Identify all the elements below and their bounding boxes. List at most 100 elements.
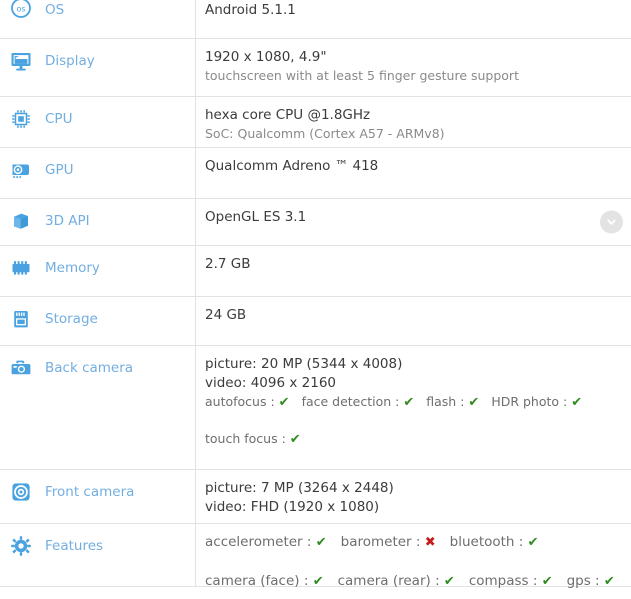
- spec-label-os: OS: [45, 2, 65, 18]
- feature-item: accelerometer : ✔: [205, 533, 327, 552]
- storage-icon: [9, 307, 33, 331]
- check-icon: ✔: [541, 574, 553, 589]
- spec-label-features: Features: [45, 538, 104, 554]
- value-cell-3d-api: OpenGL ES 3.1: [196, 199, 631, 235]
- feature-name: autofocus :: [205, 394, 279, 409]
- feature-item: face detection : ✔: [302, 393, 415, 412]
- spec-value-front-camera-video: video: FHD (1920 x 1080): [205, 499, 380, 515]
- value-cell-storage: 24 GB: [196, 297, 631, 333]
- feature-item: compass : ✔: [469, 572, 553, 591]
- feature-item: autofocus : ✔: [205, 393, 290, 412]
- spec-row-storage: Storage 24 GB: [0, 297, 631, 346]
- display-icon: [9, 49, 33, 73]
- spec-label-front-camera: Front camera: [45, 484, 135, 500]
- spec-row-front-camera: Front camera picture: 7 MP (3264 x 2448)…: [0, 470, 631, 524]
- back-camera-feature-line-1: autofocus : ✔ face detection : ✔ flash : ✔…: [205, 393, 631, 412]
- gpu-icon: [9, 158, 33, 182]
- label-cell-features: Features: [0, 524, 196, 586]
- back-camera-icon: [9, 356, 33, 380]
- spec-value-memory: 2.7 GB: [205, 256, 251, 272]
- cross-icon: ✖: [424, 535, 436, 550]
- os-icon: os: [9, 0, 33, 18]
- features-line-1: accelerometer : ✔ barometer : ✖ bluetooth …: [205, 533, 631, 552]
- front-camera-icon: [9, 480, 33, 504]
- feature-name: camera (face) :: [205, 573, 313, 589]
- feature-item: gps : ✔: [567, 572, 615, 591]
- check-icon: ✔: [403, 395, 415, 410]
- spec-value-back-camera-picture: picture: 20 MP (5344 x 4008): [205, 356, 403, 372]
- label-cell-3d-api: 3D API: [0, 199, 196, 245]
- feature-name: flash :: [426, 394, 469, 409]
- value-cell-os: Android 5.1.1: [196, 0, 631, 28]
- device-spec-table: os OS Android 5.1.1 Display 1920 x 1080,…: [0, 0, 631, 589]
- spec-value-gpu: Qualcomm Adreno ™ 418: [205, 158, 379, 174]
- value-cell-features: accelerometer : ✔ barometer : ✖ bluetooth …: [196, 524, 631, 599]
- feature-name: bluetooth :: [449, 534, 528, 550]
- spec-row-back-camera: Back camera picture: 20 MP (5344 x 4008)…: [0, 346, 631, 470]
- spec-value-front-camera-picture: picture: 7 MP (3264 x 2448): [205, 480, 394, 496]
- value-cell-back-camera: picture: 20 MP (5344 x 4008) video: 4096…: [196, 346, 631, 457]
- feature-name: face detection :: [301, 394, 404, 409]
- spec-label-gpu: GPU: [45, 162, 74, 178]
- back-camera-feature-line-2: touch focus : ✔: [205, 430, 631, 449]
- spec-label-storage: Storage: [45, 311, 98, 327]
- spec-row-features: Features accelerometer : ✔ barometer : ✖ b…: [0, 524, 631, 589]
- spec-value-cpu: hexa core CPU @1.8GHz: [205, 107, 371, 123]
- spec-label-memory: Memory: [45, 260, 100, 276]
- check-icon: ✔: [289, 432, 301, 447]
- spec-row-os: os OS Android 5.1.1: [0, 0, 631, 39]
- feature-name: accelerometer :: [205, 534, 316, 550]
- check-icon: ✔: [468, 395, 480, 410]
- feature-item: camera (face) : ✔: [205, 572, 324, 591]
- check-icon: ✔: [527, 535, 539, 550]
- spec-label-display: Display: [45, 53, 95, 69]
- check-icon: ✔: [312, 574, 324, 589]
- spec-value-3d-api: OpenGL ES 3.1: [205, 209, 307, 225]
- cpu-icon: [9, 107, 33, 131]
- gear-icon: [9, 534, 33, 558]
- label-cell-memory: Memory: [0, 246, 196, 296]
- spec-row-memory: Memory 2.7 GB: [0, 246, 631, 297]
- spec-row-gpu: GPU Qualcomm Adreno ™ 418: [0, 148, 631, 199]
- chevron-down-icon[interactable]: [600, 210, 623, 234]
- feature-item: barometer : ✖: [341, 533, 436, 552]
- check-icon: ✔: [315, 535, 327, 550]
- spec-row-3d-api: 3D API OpenGL ES 3.1: [0, 199, 631, 246]
- feature-item: touch focus : ✔: [205, 430, 301, 449]
- feature-item: HDR photo : ✔: [491, 393, 582, 412]
- feature-item: camera (rear) : ✔: [338, 572, 455, 591]
- feature-name: gps :: [566, 573, 604, 589]
- spec-subvalue-cpu: SoC: Qualcomm (Cortex A57 - ARMv8): [205, 126, 445, 141]
- label-cell-cpu: CPU: [0, 97, 196, 147]
- feature-name: barometer :: [340, 534, 425, 550]
- features-line-2: camera (face) : ✔ camera (rear) : ✔ compas…: [205, 572, 631, 591]
- check-icon: ✔: [571, 395, 583, 410]
- value-cell-front-camera: picture: 7 MP (3264 x 2448) video: FHD (…: [196, 470, 631, 525]
- spec-row-display: Display 1920 x 1080, 4.9" touchscreen wi…: [0, 39, 631, 97]
- label-cell-display: Display: [0, 39, 196, 96]
- label-cell-front-camera: Front camera: [0, 470, 196, 523]
- spec-label-3d-api: 3D API: [45, 213, 90, 229]
- feature-name: compass :: [468, 573, 542, 589]
- spec-label-cpu: CPU: [45, 111, 73, 127]
- value-cell-gpu: Qualcomm Adreno ™ 418: [196, 148, 631, 184]
- spec-value-storage: 24 GB: [205, 307, 247, 323]
- svg-text:os: os: [16, 5, 25, 14]
- check-icon: ✔: [603, 574, 615, 589]
- cube-3d-icon: [9, 209, 33, 233]
- memory-icon: [9, 256, 33, 280]
- label-cell-storage: Storage: [0, 297, 196, 345]
- value-cell-display: 1920 x 1080, 4.9" touchscreen with at le…: [196, 39, 631, 93]
- label-cell-back-camera: Back camera: [0, 346, 196, 469]
- spec-subvalue-display: touchscreen with at least 5 finger gestu…: [205, 68, 519, 83]
- value-cell-memory: 2.7 GB: [196, 246, 631, 282]
- spec-row-cpu: CPU hexa core CPU @1.8GHz SoC: Qualcomm …: [0, 97, 631, 148]
- check-icon: ✔: [443, 574, 455, 589]
- feature-name: touch focus :: [205, 431, 290, 446]
- feature-item: bluetooth : ✔: [450, 533, 539, 552]
- feature-name: HDR photo :: [491, 394, 572, 409]
- spec-label-back-camera: Back camera: [45, 360, 134, 376]
- label-cell-os: os OS: [0, 0, 196, 38]
- value-cell-cpu: hexa core CPU @1.8GHz SoC: Qualcomm (Cor…: [196, 97, 631, 151]
- feature-name: camera (rear) :: [337, 573, 444, 589]
